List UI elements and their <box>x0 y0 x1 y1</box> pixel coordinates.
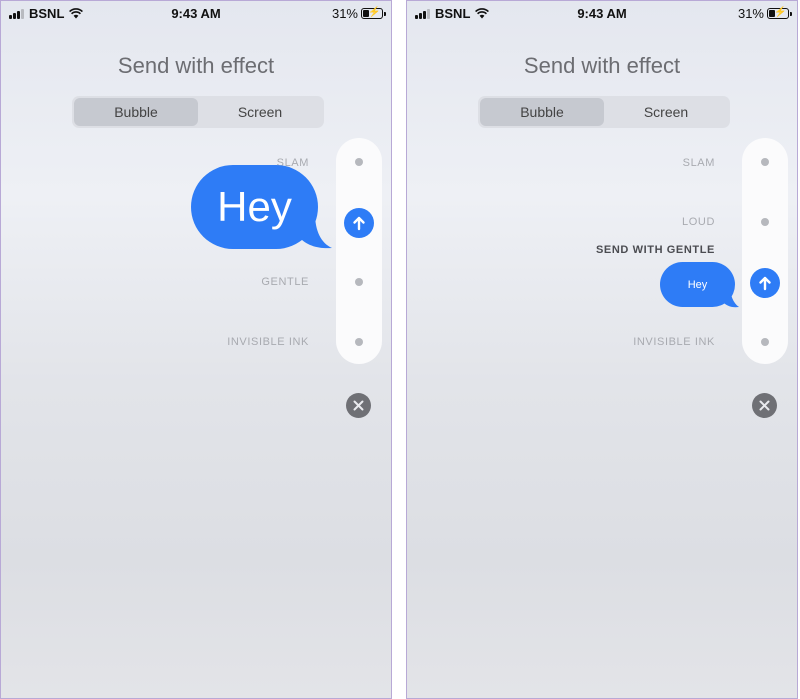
arrow-up-icon <box>353 216 365 231</box>
effect-slider-track <box>742 138 788 364</box>
page-title: Send with effect <box>117 53 275 78</box>
effect-label-invisible-ink[interactable]: INVISIBLE INK <box>633 336 715 348</box>
effect-dot-loud[interactable] <box>761 218 769 226</box>
effect-label-gentle[interactable]: GENTLE <box>261 276 309 288</box>
effect-dot-gentle[interactable] <box>355 278 363 286</box>
effect-dot-invisible-ink[interactable] <box>355 338 363 346</box>
status-bar: BSNL 9:43 AM 31% ⚡ <box>407 1 797 25</box>
close-icon <box>353 400 364 411</box>
effect-label-invisible-ink[interactable]: INVISIBLE INK <box>227 336 309 348</box>
page-title: Send with effect <box>523 53 681 78</box>
battery-charging-icon: ⚡ <box>767 7 792 19</box>
selected-effect-caption: SEND WITH GENTLE <box>596 244 715 256</box>
arrow-up-icon <box>759 276 771 291</box>
message-bubble: Hey <box>660 262 735 307</box>
effect-tabs: Bubble Screen <box>72 96 324 128</box>
effect-dot-invisible-ink[interactable] <box>761 338 769 346</box>
battery-charging-icon: ⚡ <box>361 7 386 19</box>
send-button[interactable] <box>750 268 780 298</box>
tab-bubble[interactable]: Bubble <box>74 98 198 126</box>
close-button[interactable] <box>752 393 777 418</box>
effect-slider-track <box>336 138 382 364</box>
battery-percent: 31% <box>737 6 764 21</box>
message-bubble: Hey <box>191 165 318 249</box>
status-bar: BSNL 9:43 AM 31% ⚡ <box>1 1 391 25</box>
battery-percent: 31% <box>331 6 358 21</box>
close-icon <box>759 400 770 411</box>
screen-right: BSNL 9:43 AM 31% ⚡ Send with effect Bubb… <box>406 0 798 699</box>
effect-label-loud[interactable]: LOUD <box>682 216 715 228</box>
close-button[interactable] <box>346 393 371 418</box>
tab-bubble[interactable]: Bubble <box>480 98 604 126</box>
effect-dot-slam[interactable] <box>355 158 363 166</box>
tab-screen[interactable]: Screen <box>198 98 322 126</box>
screen-left: BSNL 9:43 AM 31% ⚡ Send with effect Bubb… <box>0 0 392 699</box>
effect-tabs: Bubble Screen <box>478 96 730 128</box>
send-button[interactable] <box>344 208 374 238</box>
effect-dot-slam[interactable] <box>761 158 769 166</box>
tab-screen[interactable]: Screen <box>604 98 728 126</box>
effect-label-slam[interactable]: SLAM <box>683 157 715 169</box>
